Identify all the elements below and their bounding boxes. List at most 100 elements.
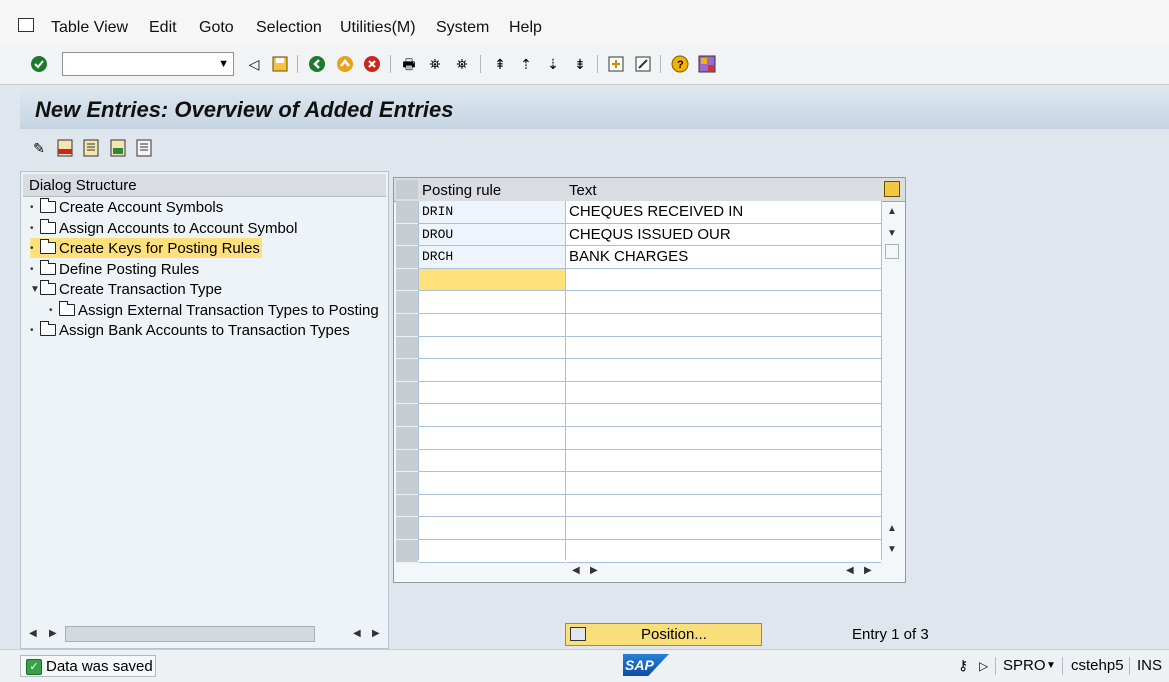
display-change-icon[interactable]: ✎ <box>28 137 50 159</box>
first-page-icon[interactable]: ⇞ <box>490 54 510 74</box>
expand-status-icon[interactable]: ▷ <box>979 659 988 673</box>
posting-rule-cell[interactable]: DRIN <box>419 201 565 224</box>
scroll-right-icon[interactable]: ▶ <box>590 565 598 576</box>
text-cell[interactable] <box>566 359 881 382</box>
posting-rule-cell[interactable] <box>419 314 565 337</box>
column-header-text[interactable]: Text <box>569 182 597 199</box>
text-cell[interactable] <box>566 314 881 337</box>
text-cell[interactable] <box>566 517 881 540</box>
row-selector[interactable] <box>396 517 418 540</box>
scroll-right-icon[interactable]: ▶ <box>864 565 872 576</box>
posting-rule-cell[interactable] <box>419 449 565 473</box>
undo-change-icon[interactable] <box>133 137 155 159</box>
expand-arrow-icon[interactable]: ▼ <box>30 284 40 295</box>
shortcut-icon[interactable] <box>633 54 653 74</box>
help-icon[interactable]: ? <box>670 54 690 74</box>
row-selector[interactable] <box>396 336 418 360</box>
posting-rule-cell[interactable] <box>419 494 565 518</box>
key-icon[interactable]: ⚷ <box>958 657 968 674</box>
row-selector[interactable] <box>396 359 418 382</box>
vertical-scrollbar[interactable]: ▲ ▼ ▲ ▼ <box>881 201 903 559</box>
print-icon[interactable]: 🖶 <box>399 54 419 74</box>
back-icon[interactable]: ◁ <box>244 54 264 74</box>
enter-icon[interactable] <box>29 54 49 74</box>
chevron-down-icon[interactable]: ▼ <box>1046 660 1056 671</box>
row-selector[interactable] <box>396 314 418 337</box>
posting-rule-cell[interactable] <box>419 381 565 405</box>
table-horizontal-scrollbar[interactable]: ◀ ▶ ◀ ▶ <box>566 560 881 580</box>
new-entries-icon[interactable] <box>54 137 76 159</box>
last-page-icon[interactable]: ⇟ <box>570 54 590 74</box>
scroll-up-icon[interactable]: ▲ <box>887 523 897 534</box>
posting-rule-input-active[interactable] <box>419 268 565 292</box>
scroll-left-icon[interactable]: ◀ <box>29 628 37 639</box>
text-cell[interactable] <box>566 336 881 360</box>
scroll-right-icon[interactable]: ▶ <box>49 628 57 639</box>
menu-table-view[interactable]: Table View <box>51 19 128 37</box>
text-cell[interactable]: CHEQUES RECEIVED IN <box>566 201 881 224</box>
menu-icon[interactable] <box>18 18 34 32</box>
tree-node-assign-bank-accounts[interactable]: • Assign Bank Accounts to Transaction Ty… <box>30 320 350 340</box>
row-selector[interactable] <box>396 494 418 518</box>
row-selector[interactable] <box>396 449 418 473</box>
text-cell[interactable] <box>566 449 881 473</box>
scroll-right-icon[interactable]: ▶ <box>372 628 380 639</box>
posting-rule-cell[interactable] <box>419 404 565 427</box>
posting-rule-cell[interactable] <box>419 472 565 495</box>
row-selector[interactable] <box>396 291 418 314</box>
select-all-cell[interactable] <box>396 180 418 199</box>
tree-node-create-transaction-type[interactable]: ▼ Create Transaction Type <box>30 279 222 299</box>
menu-help[interactable]: Help <box>509 19 542 37</box>
new-session-icon[interactable] <box>606 54 626 74</box>
row-selector[interactable] <box>396 540 418 563</box>
row-selector[interactable] <box>396 472 418 495</box>
tree-node-define-posting-rules[interactable]: • Define Posting Rules <box>30 259 199 279</box>
menu-system[interactable]: System <box>436 19 489 37</box>
row-selector[interactable] <box>396 404 418 427</box>
chevron-down-icon[interactable]: ▼ <box>218 58 229 70</box>
status-message[interactable]: ✓ Data was saved <box>20 655 156 677</box>
row-selector[interactable] <box>396 246 418 269</box>
scroll-left-icon[interactable]: ◀ <box>572 565 580 576</box>
cancel-icon[interactable] <box>362 54 382 74</box>
back-nav-icon[interactable] <box>307 54 327 74</box>
posting-rule-cell[interactable] <box>419 336 565 360</box>
tree-node-create-account-symbols[interactable]: • Create Account Symbols <box>30 197 223 217</box>
position-button[interactable]: Position... <box>565 623 762 646</box>
row-selector[interactable] <box>396 381 418 405</box>
text-cell[interactable]: CHEQUS ISSUED OUR <box>566 223 881 247</box>
text-cell[interactable] <box>566 381 881 405</box>
menu-selection[interactable]: Selection <box>256 19 322 37</box>
scroll-down-icon[interactable]: ▼ <box>887 228 897 239</box>
posting-rule-cell[interactable] <box>419 517 565 540</box>
posting-rule-cell[interactable]: DROU <box>419 223 565 247</box>
posting-rule-cell[interactable] <box>419 427 565 450</box>
text-cell[interactable]: BANK CHARGES <box>566 246 881 269</box>
posting-rule-cell[interactable] <box>419 291 565 314</box>
posting-rule-cell[interactable] <box>419 359 565 382</box>
column-header-posting-rule[interactable]: Posting rule <box>422 182 501 199</box>
scroll-up-icon[interactable]: ▲ <box>887 206 897 217</box>
scroll-down-icon[interactable]: ▼ <box>887 544 897 555</box>
tree-node-create-keys[interactable]: • Create Keys for Posting Rules <box>30 238 262 258</box>
delete-icon[interactable] <box>107 137 129 159</box>
text-cell[interactable] <box>566 472 881 495</box>
tree-node-assign-external-types[interactable]: • Assign External Transaction Types to P… <box>49 300 379 320</box>
save-icon[interactable] <box>270 54 290 74</box>
command-field[interactable]: ▼ <box>62 52 234 76</box>
scroll-left-icon[interactable]: ◀ <box>353 628 361 639</box>
scroll-left-icon[interactable]: ◀ <box>846 565 854 576</box>
menu-goto[interactable]: Goto <box>199 19 234 37</box>
exit-icon[interactable] <box>335 54 355 74</box>
horizontal-scrollbar[interactable]: ◀ ▶ ◀ ▶ <box>21 624 388 646</box>
prev-page-icon[interactable]: ⇡ <box>516 54 536 74</box>
tree-node-assign-accounts[interactable]: • Assign Accounts to Account Symbol <box>30 218 297 238</box>
menu-edit[interactable]: Edit <box>149 19 177 37</box>
row-selector[interactable] <box>396 223 418 247</box>
find-icon[interactable]: ⛯ <box>425 54 445 74</box>
table-settings-icon[interactable] <box>884 181 900 197</box>
copy-as-icon[interactable] <box>80 137 102 159</box>
text-cell[interactable] <box>566 494 881 518</box>
text-cell[interactable] <box>566 268 881 292</box>
text-cell[interactable] <box>566 291 881 314</box>
